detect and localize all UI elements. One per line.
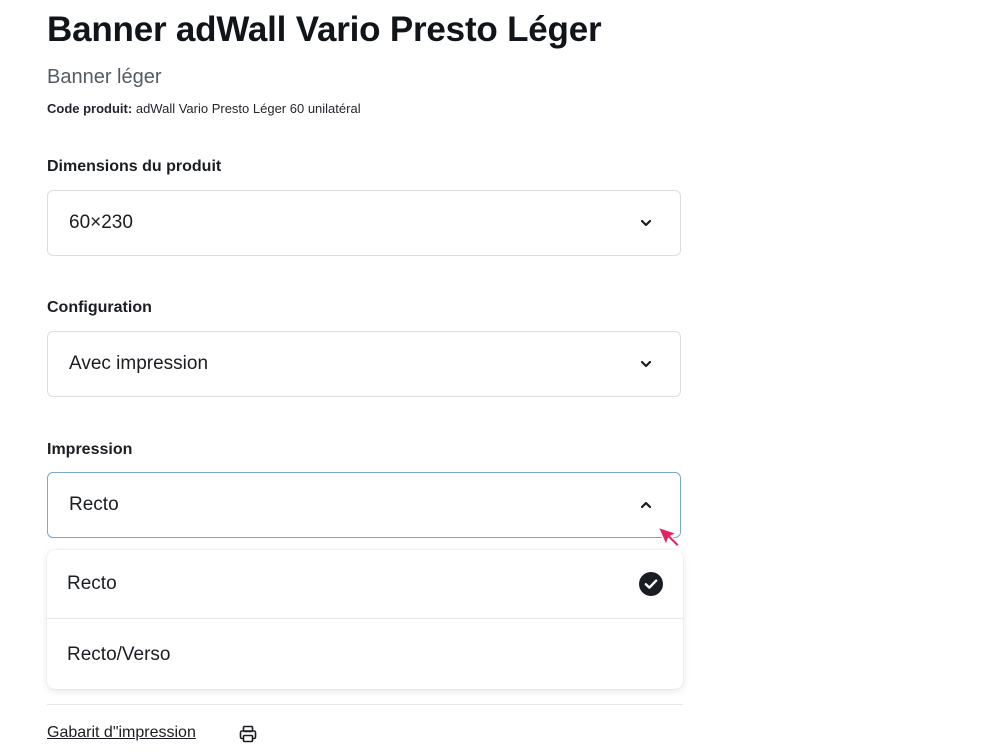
product-subtitle: Banner léger	[47, 66, 162, 88]
dimensions-select[interactable]: 60×230	[47, 190, 681, 256]
configuration-select-value: Avec impression	[69, 353, 209, 374]
printer-icon[interactable]	[238, 724, 258, 744]
product-code-value: adWall Vario Presto Léger 60 unilatéral	[135, 101, 361, 116]
dropdown-option-label: Recto	[67, 573, 117, 594]
check-circle-icon	[639, 572, 663, 596]
print-template-link[interactable]: Gabarit d"impression	[47, 724, 196, 742]
impression-dropdown: Recto Recto/Verso	[47, 550, 683, 689]
impression-label: Impression	[47, 441, 133, 458]
divider	[47, 704, 683, 705]
dimensions-label: Dimensions du produit	[47, 158, 222, 175]
dropdown-option-recto-verso[interactable]: Recto/Verso	[47, 620, 683, 689]
chevron-down-icon	[640, 360, 652, 368]
mouse-pointer-icon	[657, 526, 681, 548]
configuration-label: Configuration	[47, 299, 152, 316]
chevron-up-icon	[640, 501, 652, 509]
dropdown-option-recto[interactable]: Recto	[47, 550, 683, 619]
impression-select-value: Recto	[69, 494, 119, 515]
product-title: Banner adWall Vario Presto Léger	[47, 10, 602, 49]
configuration-select[interactable]: Avec impression	[47, 331, 681, 397]
dropdown-option-label: Recto/Verso	[67, 643, 171, 665]
product-code: Code produit: adWall Vario Presto Léger …	[47, 101, 361, 116]
impression-select[interactable]: Recto	[47, 472, 681, 538]
dimensions-select-value: 60×230	[69, 212, 133, 233]
chevron-down-icon	[640, 219, 652, 227]
product-code-label: Code produit:	[47, 101, 133, 116]
